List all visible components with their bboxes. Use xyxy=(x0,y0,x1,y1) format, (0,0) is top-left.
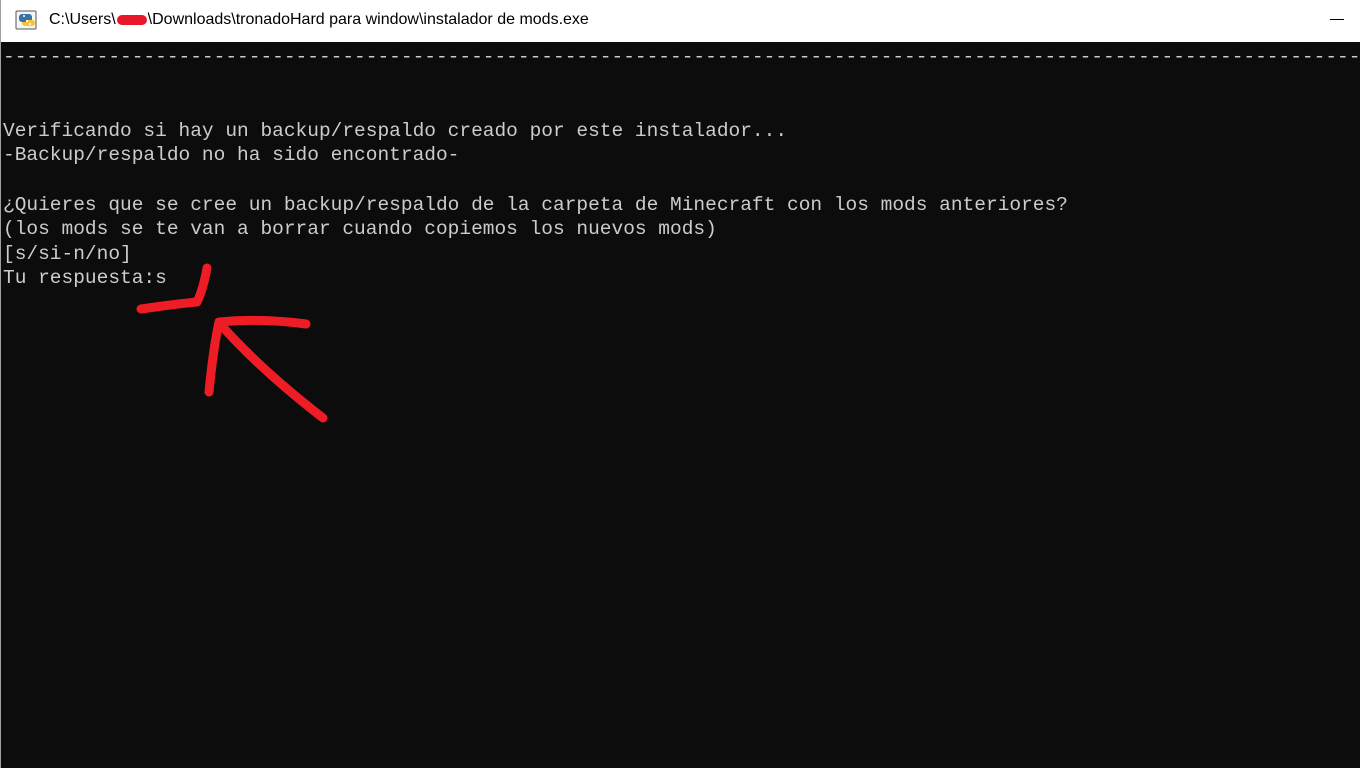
minimize-icon xyxy=(1330,18,1344,20)
window-title: C:\Users\ \Downloads\tronadoHard para win… xyxy=(49,9,589,31)
console-line: (los mods se te van a borrar cuando copi… xyxy=(3,218,717,241)
title-path-prefix: C:\Users\ xyxy=(49,11,116,28)
separator-line: ----------------------------------------… xyxy=(3,46,1360,68)
redacted-username xyxy=(116,14,147,25)
console-output[interactable]: ----------------------------------------… xyxy=(3,45,1360,765)
title-bar[interactable]: C:\Users\ \Downloads\tronadoHard para win… xyxy=(1,0,1360,42)
input-prompt-line[interactable]: Tu respuesta:s xyxy=(3,266,1353,291)
console-line: -Backup/respaldo no ha sido encontrado- xyxy=(3,144,460,167)
python-app-icon xyxy=(15,10,37,30)
console-window: C:\Users\ \Downloads\tronadoHard para win… xyxy=(0,0,1360,768)
console-line: ¿Quieres que se cree un backup/respaldo … xyxy=(3,193,1068,216)
console-line: [s/si-n/no] xyxy=(3,242,132,265)
console-line: Verificando si hay un backup/respaldo cr… xyxy=(3,119,788,142)
title-path-suffix: \Downloads\tronadoHard para window\insta… xyxy=(147,11,589,28)
minimize-button[interactable] xyxy=(1314,0,1360,38)
